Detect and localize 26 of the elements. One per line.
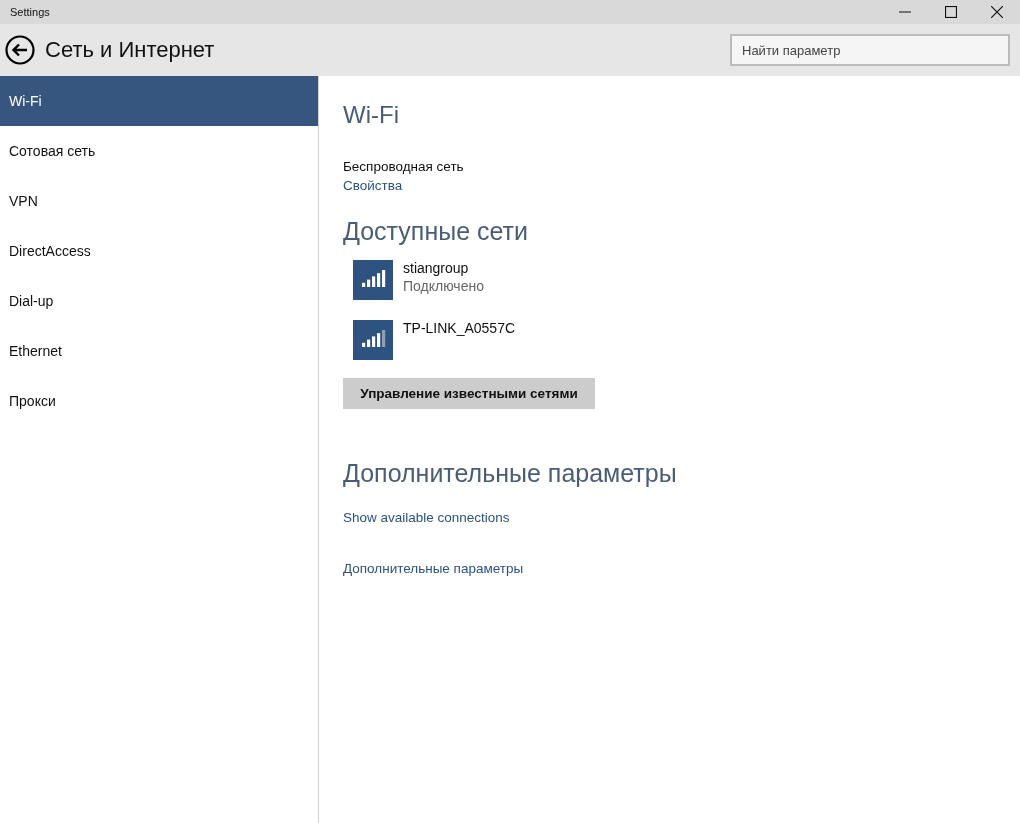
close-icon	[991, 6, 1003, 18]
sidebar-item[interactable]: Wi-Fi	[0, 76, 318, 126]
wifi-signal-icon[interactable]	[353, 260, 393, 300]
settings-link[interactable]: Дополнительные параметры	[343, 561, 524, 576]
sidebar-item[interactable]: Сотовая сеть	[0, 126, 318, 176]
network-status: Подключено	[403, 278, 484, 294]
section-heading: Доступные сети	[343, 217, 528, 246]
sidebar-item[interactable]: Dial-up	[0, 276, 318, 326]
wifi-signal-icon[interactable]	[353, 320, 393, 360]
properties-link[interactable]: Свойства	[343, 178, 403, 193]
window-title: Settings	[9, 6, 50, 18]
settings-link[interactable]: Show available connections	[343, 510, 510, 525]
search-field[interactable]: Найти параметр	[730, 34, 1010, 66]
back-button[interactable]	[4, 34, 36, 66]
sidebar-item[interactable]: Ethernet	[0, 326, 318, 376]
sidebar-item[interactable]: DirectAccess	[0, 226, 318, 276]
page-title: Сеть и Интернет	[45, 37, 216, 63]
network-name: stiangroup	[403, 260, 470, 276]
section-heading: Дополнительные параметры	[343, 459, 677, 488]
sidebar-item[interactable]: VPN	[0, 176, 318, 226]
network-name: TP-LINK_A0557C	[403, 320, 516, 336]
manage-networks-button[interactable]: Управление известными сетями	[343, 378, 595, 409]
wireless-label: Беспроводная сеть	[343, 159, 464, 174]
section-title: Wi-Fi	[343, 101, 399, 129]
maximize-icon	[945, 6, 957, 18]
sidebar-item[interactable]: Прокси	[0, 376, 318, 426]
